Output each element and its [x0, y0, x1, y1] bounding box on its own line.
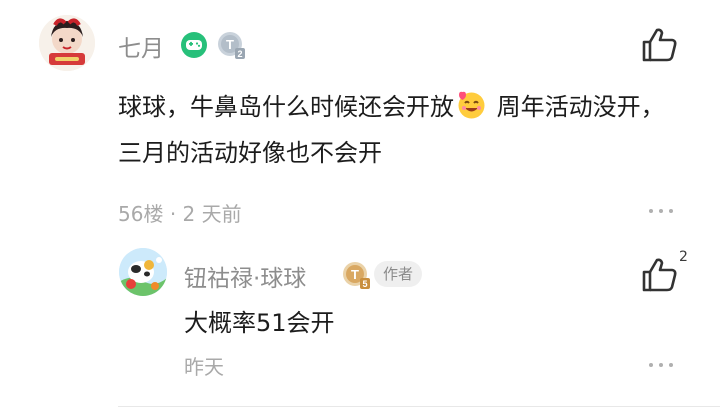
comment-text-part1: 球球，牛鼻岛什么时候还会开放: [118, 93, 454, 121]
avatar[interactable]: [39, 15, 95, 71]
more-dots-icon: [649, 209, 653, 213]
more-options-button[interactable]: [646, 206, 676, 216]
reply-more-options-button[interactable]: [646, 360, 676, 370]
level-t2-badge-icon: T 2: [217, 31, 247, 65]
reply-like-count: 2: [679, 249, 688, 265]
thumbs-up-icon: [642, 28, 677, 62]
svg-text:2: 2: [237, 49, 242, 59]
svg-text:5: 5: [362, 279, 367, 289]
more-dot: [669, 209, 673, 213]
thumbs-up-icon: [642, 258, 677, 292]
author-tag: 作者: [374, 261, 422, 287]
comment-thread: 七月 T 2 球球，牛鼻岛什么时候还会开放 周年活动没开，三月的活动好像也不会开…: [0, 0, 720, 410]
like-button[interactable]: [641, 27, 679, 63]
gamepad-badge-icon: [180, 31, 208, 63]
comment-author-name[interactable]: 七月: [118, 29, 164, 63]
svg-text:T: T: [351, 267, 359, 282]
comment-meta: 56楼 · 2 天前: [118, 198, 242, 227]
comment-body: 球球，牛鼻岛什么时候还会开放 周年活动没开，三月的活动好像也不会开: [118, 84, 678, 176]
reply-body: 大概率51会开: [184, 309, 335, 337]
love-face-emoji-icon: [456, 89, 487, 120]
meta-separator: ·: [169, 202, 177, 226]
svg-text:T: T: [226, 37, 234, 52]
more-dot: [659, 209, 663, 213]
reply-time: 昨天: [184, 355, 224, 379]
comment-time: 2 天前: [182, 202, 242, 226]
floor-number: 56楼: [118, 202, 164, 226]
reply-like-button[interactable]: [641, 257, 679, 293]
reply-avatar[interactable]: [119, 248, 167, 296]
reply-author-name[interactable]: 钮祜禄·球球: [184, 259, 306, 293]
avatar-image: [39, 15, 95, 71]
avatar-image: [119, 248, 167, 296]
level-t5-badge-icon: T 5: [342, 261, 372, 295]
divider: [118, 406, 720, 407]
more-dot: [659, 363, 663, 367]
more-dots-icon: [649, 363, 653, 367]
more-dot: [669, 363, 673, 367]
